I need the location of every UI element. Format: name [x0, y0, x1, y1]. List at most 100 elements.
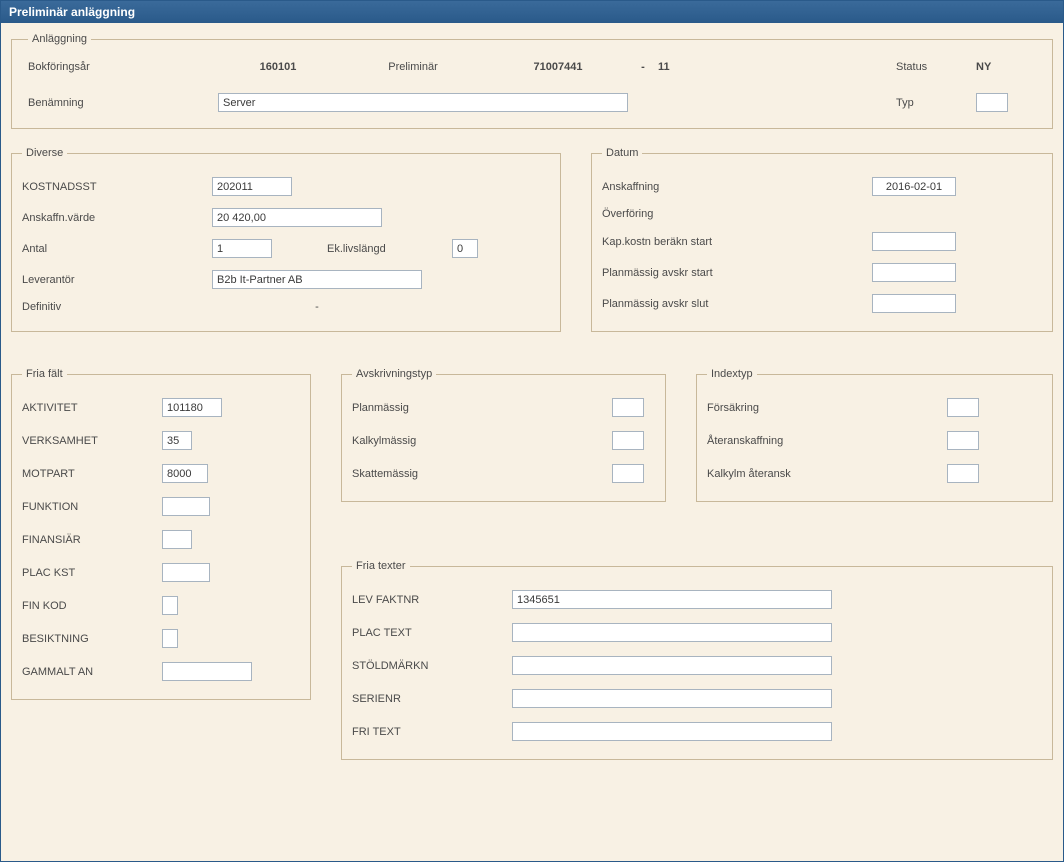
friafalt-input[interactable] [162, 530, 192, 549]
friatexer-label: LEV FAKTNR [352, 594, 512, 606]
avskrivningstyp-input[interactable] [612, 431, 644, 450]
anskaffnvarde-label: Anskaffn.värde [22, 212, 212, 224]
friatexer-row: FRI TEXT [352, 722, 1042, 741]
typ-label: Typ [896, 97, 976, 109]
indextyp-row: Återanskaffning [707, 431, 1042, 450]
leverantor-input[interactable] [212, 270, 422, 289]
anskaffning-label: Anskaffning [602, 181, 872, 193]
legend-indextyp: Indextyp [707, 368, 757, 380]
avskrivningstyp-input[interactable] [612, 464, 644, 483]
friatexer-row: STÖLDMÄRKN [352, 656, 1042, 675]
friafalt-row: GAMMALT AN [22, 662, 300, 681]
legend-anlaggning: Anläggning [28, 33, 91, 45]
friafalt-row: MOTPART [22, 464, 300, 483]
friafalt-label: AKTIVITET [22, 402, 162, 414]
fieldset-anlaggning: Anläggning Bokföringsår 160101 Preliminä… [11, 33, 1053, 129]
fieldset-datum: Datum Anskaffning Överföring Kap.kostn b… [591, 147, 1053, 332]
planslut-input[interactable] [872, 294, 956, 313]
legend-friatexer: Fria texter [352, 560, 410, 572]
anskaffning-input[interactable] [872, 177, 956, 196]
leverantor-label: Leverantör [22, 274, 212, 286]
dash: - [628, 61, 658, 73]
legend-datum: Datum [602, 147, 642, 159]
friatexer-input[interactable] [512, 656, 832, 675]
friafalt-row: VERKSAMHET [22, 431, 300, 450]
friatexer-row: PLAC TEXT [352, 623, 1042, 642]
friafalt-input[interactable] [162, 464, 208, 483]
indextyp-input[interactable] [947, 464, 979, 483]
avskrivningstyp-input[interactable] [612, 398, 644, 417]
friafalt-label: PLAC KST [22, 567, 162, 579]
friafalt-row: PLAC KST [22, 563, 300, 582]
typ-input[interactable] [976, 93, 1008, 112]
friafalt-input[interactable] [162, 431, 192, 450]
avskrivningstyp-row: Skattemässig [352, 464, 655, 483]
friafalt-row: FIN KOD [22, 596, 300, 615]
friafalt-label: FIN KOD [22, 600, 162, 612]
indextyp-row: Försäkring [707, 398, 1042, 417]
friafalt-row: AKTIVITET [22, 398, 300, 417]
friatexer-label: SERIENR [352, 693, 512, 705]
planslut-label: Planmässig avskr slut [602, 298, 872, 310]
fieldset-diverse: Diverse KOSTNADSST Anskaffn.värde Antal … [11, 147, 561, 332]
avskrivningstyp-row: Kalkylmässig [352, 431, 655, 450]
fieldset-indextyp: Indextyp Försäkring Återanskaffning Kalkyl… [696, 368, 1053, 502]
legend-friafalt: Fria fält [22, 368, 67, 380]
avskrivningstyp-label: Planmässig [352, 402, 612, 414]
friatexer-input[interactable] [512, 689, 832, 708]
anskaffnvarde-input[interactable] [212, 208, 382, 227]
friafalt-label: BESIKTNING [22, 633, 162, 645]
kostnadsst-input[interactable] [212, 177, 292, 196]
definitiv-label: Definitiv [22, 301, 212, 313]
friafalt-input[interactable] [162, 497, 210, 516]
kapkostn-label: Kap.kostn beräkn start [602, 236, 872, 248]
friafalt-input[interactable] [162, 398, 222, 417]
benamning-label: Benämning [28, 97, 218, 109]
dash-value: 11 [658, 61, 708, 73]
eklivslangd-label: Ek.livslängd [272, 243, 452, 255]
legend-diverse: Diverse [22, 147, 67, 159]
preliminar-value: 71007441 [488, 61, 628, 73]
friafalt-input[interactable] [162, 629, 178, 648]
friatexer-input[interactable] [512, 590, 832, 609]
friafalt-label: VERKSAMHET [22, 435, 162, 447]
friatexer-input[interactable] [512, 623, 832, 642]
kostnadsst-label: KOSTNADSST [22, 181, 212, 193]
planstart-label: Planmässig avskr start [602, 267, 872, 279]
fieldset-friatexer: Fria texter LEV FAKTNR PLAC TEXT STÖLDMÄRK… [341, 560, 1053, 760]
indextyp-label: Försäkring [707, 402, 947, 414]
friafalt-label: GAMMALT AN [22, 666, 162, 678]
friafalt-input[interactable] [162, 596, 178, 615]
planstart-input[interactable] [872, 263, 956, 282]
benamning-input[interactable] [218, 93, 628, 112]
bokforingsar-value: 160101 [218, 61, 338, 73]
bokforingsar-label: Bokföringsår [28, 61, 218, 73]
fieldset-avskrivningstyp: Avskrivningstyp Planmässig Kalkylmässig Sk… [341, 368, 666, 502]
indextyp-input[interactable] [947, 431, 979, 450]
friatexer-input[interactable] [512, 722, 832, 741]
preliminar-label: Preliminär [338, 61, 488, 73]
friafalt-input[interactable] [162, 563, 210, 582]
antal-input[interactable] [212, 239, 272, 258]
friatexer-row: LEV FAKTNR [352, 590, 1042, 609]
friafalt-input[interactable] [162, 662, 252, 681]
overforing-label: Överföring [602, 208, 872, 220]
indextyp-row: Kalkylm återansk [707, 464, 1042, 483]
friafalt-row: FUNKTION [22, 497, 300, 516]
avskrivningstyp-label: Kalkylmässig [352, 435, 612, 447]
status-label: Status [896, 61, 976, 73]
friafalt-row: BESIKTNING [22, 629, 300, 648]
indextyp-label: Återanskaffning [707, 435, 947, 447]
legend-avskrivningstyp: Avskrivningstyp [352, 368, 436, 380]
friatexer-label: STÖLDMÄRKN [352, 660, 512, 672]
status-value: NY [976, 61, 1036, 73]
indextyp-label: Kalkylm återansk [707, 468, 947, 480]
friafalt-row: FINANSIÄR [22, 530, 300, 549]
anlaggning-row1: Bokföringsår 160101 Preliminär 71007441 … [28, 61, 1036, 73]
avskrivningstyp-label: Skattemässig [352, 468, 612, 480]
kapkostn-input[interactable] [872, 232, 956, 251]
content: Anläggning Bokföringsår 160101 Preliminä… [1, 23, 1063, 859]
friafalt-label: FUNKTION [22, 501, 162, 513]
eklivslangd-input[interactable] [452, 239, 478, 258]
indextyp-input[interactable] [947, 398, 979, 417]
